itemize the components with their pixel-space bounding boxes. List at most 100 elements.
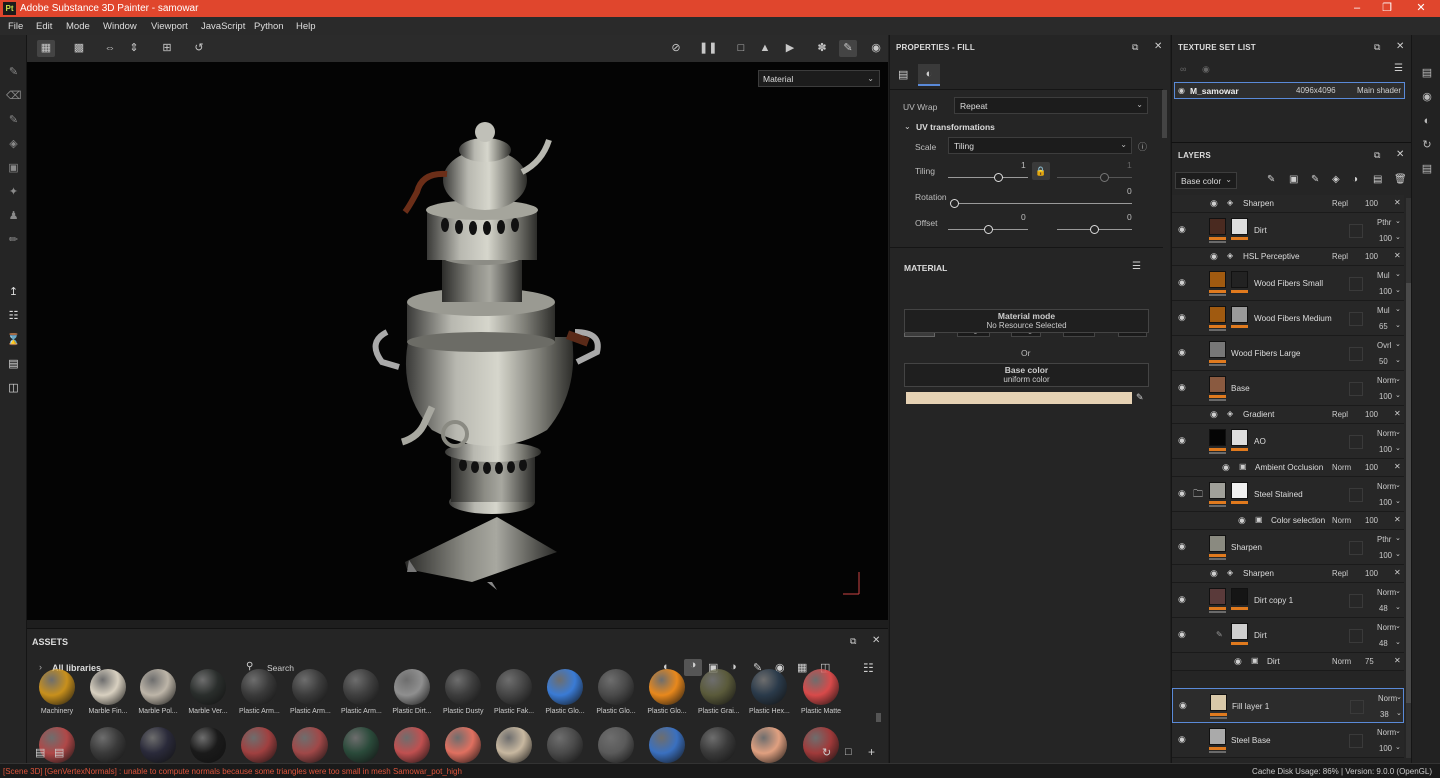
remove-effect-icon[interactable]: ✕ — [1394, 409, 1401, 418]
camera-3d-icon[interactable]: ▲ — [756, 40, 774, 57]
undock-icon[interactable]: ⧉ — [1132, 42, 1138, 53]
3d-viewport[interactable]: Material ⌄ — [27, 62, 888, 620]
material-thumbnail[interactable]: Plastic Hex... — [749, 669, 790, 715]
grid-view-icon[interactable]: ☷ — [863, 661, 874, 675]
layer-mask-slot[interactable] — [1349, 734, 1363, 748]
mask-thumbnail[interactable] — [1231, 482, 1248, 499]
layer-name[interactable]: Dirt — [1254, 631, 1267, 640]
material-thumbnail[interactable]: Plastic Dirt... — [392, 669, 432, 715]
texture-set-settings-icon[interactable]: ▤ — [1420, 66, 1434, 80]
offset-x-slider-handle[interactable] — [984, 225, 993, 234]
material-thumbnail[interactable]: Plastic Matte — [801, 669, 841, 715]
scale-dropdown[interactable]: Tiling ⌄ — [948, 137, 1132, 154]
menu-viewport[interactable]: Viewport — [151, 21, 188, 32]
material-thumbnail[interactable] — [496, 727, 532, 763]
material-thumbnail[interactable]: Marble Pol... — [138, 669, 178, 715]
layer-row[interactable]: ◉ AO Norm ⌄ 100 ⌄ — [1172, 424, 1404, 459]
video-camera-icon[interactable]: ▶ — [781, 40, 799, 57]
visibility-eye-icon[interactable]: ◉ — [1178, 541, 1186, 552]
material-menu-icon[interactable]: ☰ — [1132, 261, 1141, 272]
filter-textures-icon[interactable]: ▦ — [797, 661, 807, 674]
polygon-fill-icon[interactable]: ▣ — [6, 161, 21, 176]
opacity-value[interactable]: 48 — [1379, 639, 1388, 648]
menu-file[interactable]: File — [8, 21, 23, 32]
eraser-icon[interactable]: ⌫ — [6, 89, 22, 104]
visibility-eye-icon[interactable]: ◉ — [1178, 734, 1186, 745]
blend-mode[interactable]: Norm — [1332, 657, 1351, 666]
symmetry-y-icon[interactable]: ⇕ — [125, 40, 143, 57]
visibility-eye-icon[interactable]: ◉ — [1178, 382, 1186, 393]
close-icon[interactable]: ✕ — [1406, 0, 1436, 17]
visibility-eye-icon[interactable]: ◉ — [1178, 629, 1186, 640]
effect-row[interactable]: ◉ ▣ Dirt Norm 75 ✕ — [1172, 653, 1404, 671]
layer-name[interactable]: Dirt copy 1 — [1254, 596, 1293, 605]
material-thumbnail[interactable]: Machinery — [37, 669, 77, 715]
opacity-value[interactable]: 50 — [1379, 357, 1388, 366]
blend-mode[interactable]: Repl — [1332, 252, 1348, 261]
minimize-icon[interactable]: – — [1342, 0, 1372, 17]
visibility-eye-icon[interactable]: ◉ — [1222, 462, 1230, 473]
material-thumbnail[interactable] — [241, 727, 277, 763]
layer-name[interactable]: Fill layer 1 — [1232, 702, 1269, 711]
visibility-eye-icon[interactable]: ◉ — [1178, 594, 1186, 605]
layer-mask-slot[interactable] — [1349, 382, 1363, 396]
material-thumbnail[interactable]: Marble Fin... — [88, 669, 128, 715]
layer-mask-slot[interactable] — [1349, 435, 1363, 449]
blend-mode[interactable]: Repl — [1332, 569, 1348, 578]
blend-mode[interactable]: Pthr — [1377, 535, 1391, 544]
material-thumbnail[interactable]: Plastic Fak... — [494, 669, 534, 715]
layer-row[interactable]: ◉ Wood Fibers Large Ovrl ⌄ 50 ⌄ — [1172, 336, 1404, 371]
material-thumbnail[interactable] — [598, 727, 634, 763]
layer-row[interactable]: ◉ Fill layer 1 Norm ⌄ 38 ⌄ — [1172, 688, 1404, 723]
opacity-value[interactable]: 100 — [1379, 445, 1392, 454]
menu-mode[interactable]: Mode — [66, 21, 90, 32]
add-effect-icon[interactable]: ✎ — [1267, 174, 1275, 185]
opacity-value[interactable]: 48 — [1379, 604, 1388, 613]
menu-python[interactable]: Python — [254, 21, 284, 32]
opacity-value[interactable]: 100 — [1379, 287, 1392, 296]
smudge-icon[interactable]: ✦ — [6, 185, 21, 200]
blend-mode[interactable]: Repl — [1332, 199, 1348, 208]
undock-icon[interactable]: ⧉ — [1374, 150, 1380, 161]
material-thumbnail[interactable] — [140, 727, 176, 763]
layer-mask-slot[interactable] — [1349, 541, 1363, 555]
layer-name[interactable]: Sharpen — [1231, 543, 1262, 552]
close-layers-icon[interactable]: ✕ — [1396, 149, 1404, 160]
effect-row[interactable]: ◉ ◈ HSL Perceptive Repl 100 ✕ — [1172, 248, 1404, 266]
search-input[interactable]: Search — [267, 663, 294, 673]
layer-name[interactable]: Base — [1231, 384, 1250, 393]
channel-dropdown[interactable]: Base color ⌄ — [1175, 172, 1237, 189]
collapse-arrow-icon[interactable]: ⌄ — [904, 122, 911, 131]
save-icon[interactable]: □ — [845, 746, 852, 758]
pause-icon[interactable]: ❚❚ — [699, 40, 717, 57]
material-thumbnail[interactable] — [90, 727, 126, 763]
opacity-value[interactable]: 100 — [1379, 498, 1392, 507]
delete-layer-icon[interactable]: 🗑 — [1394, 174, 1407, 185]
blend-mode[interactable]: Norm — [1377, 588, 1396, 597]
tiling-slider[interactable] — [948, 177, 1028, 178]
tsl-menu-icon[interactable]: ☰ — [1394, 63, 1403, 74]
mask-thumbnail[interactable] — [1231, 218, 1248, 235]
settings-tab-icon[interactable]: ▤ — [898, 68, 908, 81]
blend-mode[interactable]: Norm — [1377, 728, 1396, 737]
offset-y-slider-handle[interactable] — [1090, 225, 1099, 234]
add-icon[interactable]: + — [868, 745, 875, 759]
refresh-icon[interactable]: ↻ — [822, 746, 831, 759]
layer-row[interactable]: ◉ Dirt Pthr ⌄ 100 ⌄ — [1172, 213, 1404, 248]
visibility-eye-icon[interactable]: ◉ — [1238, 515, 1246, 526]
blend-mode[interactable]: Norm — [1377, 376, 1396, 385]
history-icon[interactable]: ⌛ — [6, 333, 21, 348]
doc-icon[interactable]: ▤ — [6, 357, 21, 372]
display-settings-icon[interactable]: ◉ — [1420, 90, 1434, 104]
blend-mode[interactable]: Norm — [1332, 516, 1351, 525]
layer-name[interactable]: Dirt — [1254, 226, 1267, 235]
opacity-value[interactable]: 100 — [1379, 234, 1392, 243]
texture-set-item[interactable]: ◉ M_samowar 4096x4096 Main shader — [1174, 82, 1405, 99]
effect-row[interactable]: ◉ ▣ Ambient Occlusion Norm 100 ✕ — [1172, 459, 1404, 477]
link-icon[interactable]: ∞ — [1180, 64, 1186, 74]
bake-icon[interactable]: ↥ — [6, 285, 21, 300]
properties-scrollbar[interactable] — [1162, 90, 1167, 138]
layer-name[interactable]: Wood Fibers Small — [1254, 279, 1323, 288]
import-icon[interactable]: ▤ — [35, 746, 45, 759]
projection-icon[interactable]: ✎ — [6, 113, 21, 128]
